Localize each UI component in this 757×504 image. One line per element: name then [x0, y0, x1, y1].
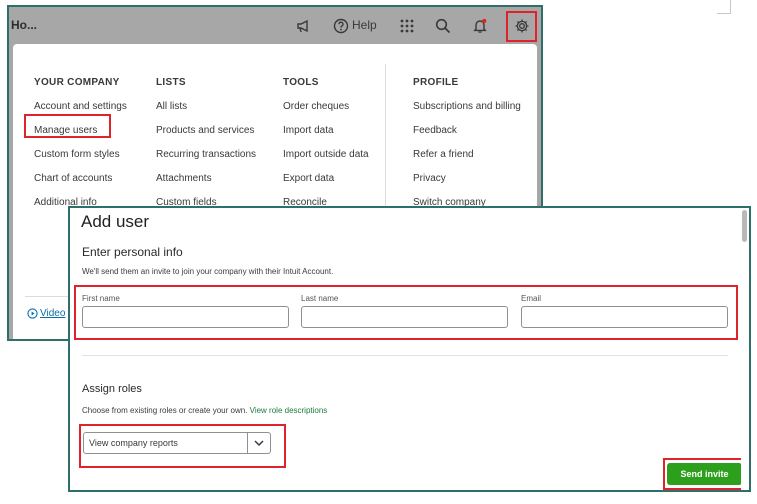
menu-heading-tools: TOOLS — [283, 77, 319, 88]
video-link[interactable]: Video — [27, 308, 65, 319]
last-name-label: Last name — [301, 294, 339, 303]
document-corner-mark — [717, 0, 731, 14]
add-user-dialog: Add user Enter personal info We'll send … — [68, 206, 751, 492]
apps-grid-icon[interactable] — [397, 14, 417, 38]
last-name-input[interactable] — [301, 306, 508, 328]
assign-roles-heading: Assign roles — [82, 383, 142, 395]
manage-users-highlight-box — [24, 114, 111, 138]
assign-roles-text: Choose from existing roles or create you… — [82, 406, 248, 415]
email-label: Email — [521, 294, 542, 303]
menu-item-products-services[interactable]: Products and services — [156, 125, 254, 136]
menu-column-divider — [385, 64, 386, 214]
play-circle-icon — [27, 308, 38, 319]
view-role-descriptions-link[interactable]: View role descriptions — [250, 406, 328, 415]
bell-icon[interactable] — [470, 14, 490, 38]
dialog-scrollbar[interactable] — [741, 208, 749, 490]
role-select-value: View company reports — [89, 438, 178, 448]
menu-item-custom-form-styles[interactable]: Custom form styles — [34, 149, 120, 160]
assign-roles-description: Choose from existing roles or create you… — [82, 406, 327, 415]
menu-heading-lists: LISTS — [156, 77, 186, 88]
help-label[interactable]: Help — [352, 18, 377, 32]
menu-item-chart-of-accounts[interactable]: Chart of accounts — [34, 173, 112, 184]
help-icon[interactable] — [331, 14, 351, 38]
scrollbar-thumb[interactable] — [742, 210, 747, 242]
menu-item-refer-a-friend[interactable]: Refer a friend — [413, 149, 474, 160]
menu-item-recurring-transactions[interactable]: Recurring transactions — [156, 149, 256, 160]
role-select[interactable]: View company reports — [83, 432, 271, 454]
section-divider — [82, 355, 728, 356]
menu-item-attachments[interactable]: Attachments — [156, 173, 212, 184]
menu-item-all-lists[interactable]: All lists — [156, 101, 187, 112]
video-link-label: Video — [40, 308, 66, 319]
first-name-input[interactable] — [82, 306, 289, 328]
menu-heading-your-company: YOUR COMPANY — [34, 77, 120, 88]
role-select-separator — [247, 433, 248, 453]
search-icon[interactable] — [433, 14, 453, 38]
top-bar: Ho... Help — [9, 7, 541, 45]
menu-item-subscriptions-billing[interactable]: Subscriptions and billing — [413, 101, 521, 112]
company-name: Ho... — [11, 18, 37, 32]
menu-item-import-outside-data[interactable]: Import outside data — [283, 149, 369, 160]
email-input[interactable] — [521, 306, 728, 328]
menu-item-import-data[interactable]: Import data — [283, 125, 334, 136]
menu-item-order-cheques[interactable]: Order cheques — [283, 101, 349, 112]
first-name-label: First name — [82, 294, 120, 303]
menu-item-feedback[interactable]: Feedback — [413, 125, 457, 136]
dialog-title: Add user — [81, 212, 150, 231]
megaphone-icon[interactable] — [293, 14, 315, 38]
send-invite-button[interactable]: Send invite — [667, 463, 742, 485]
personal-info-description: We'll send them an invite to join your c… — [82, 267, 334, 276]
personal-info-heading: Enter personal info — [82, 245, 183, 259]
gear-icon[interactable] — [510, 14, 534, 38]
menu-item-export-data[interactable]: Export data — [283, 173, 334, 184]
chevron-down-icon — [254, 440, 264, 447]
menu-heading-profile: PROFILE — [413, 77, 459, 88]
menu-item-account-settings[interactable]: Account and settings — [34, 101, 127, 112]
menu-item-privacy[interactable]: Privacy — [413, 173, 446, 184]
